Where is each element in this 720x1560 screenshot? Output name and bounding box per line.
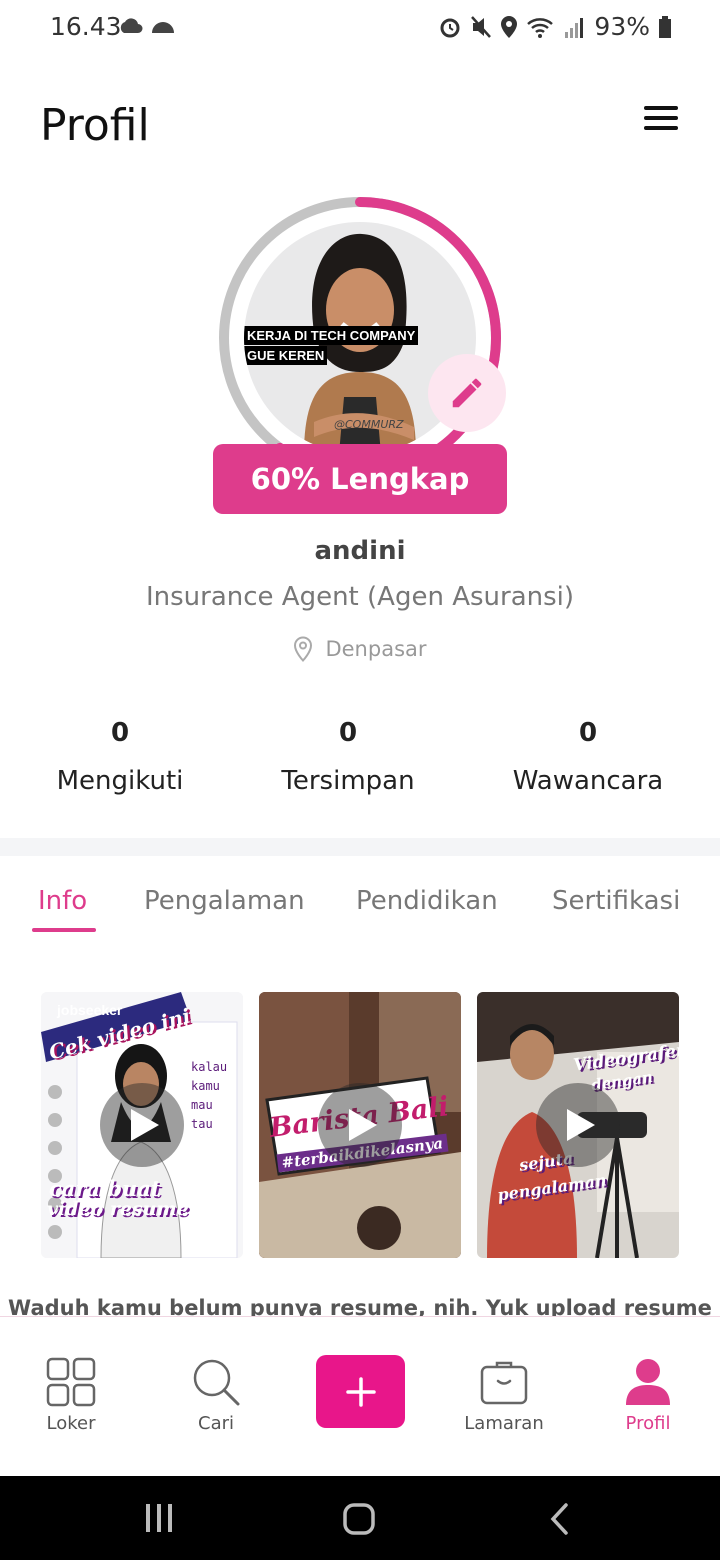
location-icon (501, 15, 518, 38)
cloud-icon (152, 22, 174, 33)
status-icons: 93% (438, 12, 672, 41)
cloud-icon (120, 18, 143, 33)
nav-item-cari[interactable]: Cari (161, 1357, 271, 1434)
tab-info[interactable]: Info (38, 886, 87, 916)
stat-label: Mengikuti (56, 766, 184, 796)
video-caption: video resume (47, 1198, 189, 1220)
stat-value: 0 (110, 718, 130, 748)
nav-item-profil[interactable]: Profil (593, 1357, 703, 1434)
video-side-text: kalau kamu mau tau (191, 1060, 228, 1131)
profile-job-title: Insurance Agent (Agen Asuransi) (145, 582, 575, 612)
battery-icon (659, 15, 671, 38)
play-button[interactable] (318, 1083, 402, 1167)
status-bar: 16.43 93% (0, 0, 720, 56)
page-title: Profil (40, 100, 150, 151)
video-thumbnail[interactable]: Videografer dengan sejuta pengalaman (477, 992, 679, 1258)
resume-notice: Waduh kamu belum punya resume, nih. Yuk … (8, 1296, 712, 1318)
user-icon (626, 1359, 670, 1405)
battery-percent: 93% (594, 12, 650, 41)
nav-label: Cari (198, 1413, 234, 1434)
profile-avatar[interactable]: KERJA DI TECH COMPANY GUE KEREN @COMMURZ (218, 196, 502, 480)
location-pin-icon (294, 636, 313, 662)
home-button[interactable] (342, 1502, 376, 1536)
nav-label: Loker (46, 1413, 96, 1434)
photo-caption: KERJA DI TECH COMPANY (244, 326, 419, 345)
nav-label: Lamaran (464, 1413, 544, 1434)
stat-label: Wawancara (512, 766, 664, 796)
briefcase-icon (480, 1361, 528, 1405)
play-icon (131, 1109, 159, 1141)
alarm-icon (440, 18, 460, 37)
bottom-nav: Loker Cari Lamaran Profil (0, 1316, 720, 1477)
nav-item-lamaran[interactable]: Lamaran (449, 1357, 559, 1434)
video-thumbnail[interactable]: jobseeker Cek video ini kalau kamu mau t… (41, 992, 243, 1258)
nav-label: Profil (625, 1413, 671, 1434)
search-icon (193, 1359, 240, 1406)
add-button[interactable] (316, 1355, 405, 1428)
status-time: 16.43 (50, 12, 122, 41)
wifi-icon (527, 17, 554, 38)
play-button[interactable] (536, 1083, 620, 1167)
play-icon (349, 1109, 377, 1141)
stat-value: 0 (338, 718, 358, 748)
stat-saved[interactable]: 0 Tersimpan (238, 718, 458, 796)
nav-item-loker[interactable]: Loker (16, 1357, 126, 1434)
section-divider (0, 838, 720, 856)
location-text: Denpasar (325, 637, 427, 661)
menu-icon (644, 106, 678, 110)
grid-icon (46, 1357, 96, 1407)
tab-education[interactable]: Pendidikan (356, 886, 498, 916)
stat-value: 0 (578, 718, 598, 748)
edit-photo-button[interactable] (428, 354, 506, 432)
stat-interview[interactable]: 0 Wawancara (478, 718, 698, 796)
tab-certification[interactable]: Sertifikasi (552, 886, 680, 916)
play-button[interactable] (100, 1083, 184, 1167)
plus-icon (345, 1376, 376, 1407)
system-nav-bar (0, 1476, 720, 1560)
signal-icon (565, 17, 584, 38)
hamburger-menu-button[interactable] (640, 104, 682, 134)
active-tab-indicator (32, 928, 96, 932)
stat-following[interactable]: 0 Mengikuti (10, 718, 230, 796)
stat-label: Tersimpan (281, 766, 415, 796)
pencil-icon (452, 378, 482, 408)
photo-caption: GUE KEREN (244, 346, 328, 365)
back-button[interactable] (548, 1502, 572, 1536)
profile-location: Denpasar (0, 636, 720, 662)
video-caption: jobseeker (57, 1002, 123, 1018)
video-thumbnail[interactable]: Barista Bali #terbaikdikelasnya (259, 992, 461, 1258)
mute-icon (471, 15, 492, 38)
completion-badge[interactable]: 60% Lengkap (213, 444, 507, 514)
play-icon (567, 1109, 595, 1141)
recent-apps-button[interactable] (144, 1502, 174, 1534)
photo-watermark: @COMMURZ (334, 418, 404, 431)
tab-experience[interactable]: Pengalaman (144, 886, 305, 916)
profile-name: andini (314, 536, 406, 566)
